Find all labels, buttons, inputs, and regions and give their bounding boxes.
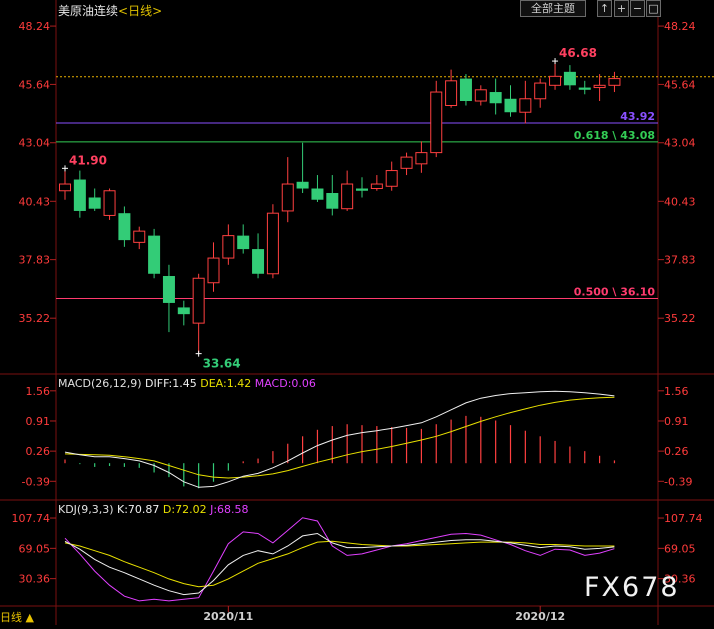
candle-body-down [252, 249, 265, 274]
candle-body-up [549, 75, 562, 86]
candle-body-down [237, 235, 250, 250]
price-ytick-right: 45.64 [664, 78, 696, 91]
candle-body-up [103, 190, 116, 216]
chart-stage: 48.24 48.24 45.64 45.64 43.04 43.04 40.43 40.43… [0, 0, 714, 625]
macd-macd-value: MACD:0.06 [254, 377, 316, 390]
candle-body-down [88, 197, 101, 209]
macd-legend: MACD(26,12,9) DIFF:1.45 DEA:1.42 MACD:0.… [58, 377, 316, 390]
instrument-title: 美原油连续<日线> [58, 2, 162, 19]
candle-body-up [430, 91, 443, 154]
period-label[interactable]: <日线> [118, 4, 162, 18]
xtick-label: 2020/11 [203, 610, 253, 623]
candle-body-down [578, 87, 591, 90]
macd-label: MACD(26,12,9) [58, 377, 142, 390]
price-ytick-left: 35.22 [19, 312, 51, 325]
candle-body-up [608, 78, 621, 86]
candle-body-down [296, 181, 309, 189]
xtick-label: 2020/12 [515, 610, 565, 623]
kdj-j-value: J:68.58 [210, 503, 249, 516]
macd-ytick-left: 0.26 [26, 445, 51, 458]
kdj-label: KDJ(9,3,3) [58, 503, 114, 516]
candle-body-up [266, 212, 279, 275]
macd-ytick-left: -0.39 [22, 475, 50, 488]
macd-diff-value: DIFF:1.45 [145, 377, 197, 390]
kdj-k-line [64, 532, 615, 596]
price-ytick-left: 40.43 [19, 195, 51, 208]
kdj-d-line [64, 540, 615, 588]
up-arrow-icon[interactable]: ↑ [597, 0, 612, 17]
annotation-label: 41.90 [69, 153, 107, 167]
candle-body-up [474, 89, 487, 102]
candle-body-up [593, 84, 606, 89]
candle-body-up [341, 183, 354, 210]
kdj-k-value: K:70.87 [117, 503, 160, 516]
kdj-ytick-right: 69.05 [664, 542, 696, 555]
macd-diff-line [64, 390, 615, 488]
candle-body-down [563, 71, 576, 86]
candle-body-down [73, 179, 86, 211]
kdj-ytick-right: 107.74 [664, 512, 703, 525]
candle-body-up [59, 183, 71, 192]
instrument-name: 美原油连续 [58, 4, 119, 18]
annotation-label: 46.68 [559, 46, 597, 60]
candle-body-down [162, 276, 175, 303]
candle-body-up [519, 98, 532, 113]
candle-body-down [148, 235, 161, 274]
zoom-in-icon[interactable]: + [614, 0, 629, 17]
zoom-out-icon[interactable]: − [630, 0, 645, 17]
candle-body-up [445, 80, 458, 106]
kdj-ytick-left: 30.36 [19, 573, 51, 586]
macd-ytick-left: 0.91 [26, 415, 51, 428]
candle-body-down [118, 213, 131, 241]
candle-body-up [133, 230, 146, 243]
candle-body-up [222, 235, 235, 259]
maximize-icon[interactable]: □ [646, 0, 661, 17]
level-label-1: 43.92 [620, 110, 655, 123]
kdj-j-line [64, 517, 615, 602]
candle-body-down [177, 307, 190, 315]
macd-dea-value: DEA:1.42 [200, 377, 252, 390]
candle-body-down [459, 78, 472, 102]
watermark-logo: FX678 [584, 572, 680, 603]
kdj-legend: KDJ(9,3,3) K:70.87 D:72.02 J:68.58 [58, 503, 249, 516]
candle-body-up [534, 82, 547, 100]
kdj-d-value: D:72.02 [162, 503, 207, 516]
price-ytick-left: 37.83 [19, 254, 51, 267]
macd-ytick-right: -0.39 [664, 475, 692, 488]
annotation-label: 33.64 [203, 357, 241, 371]
candle-body-up [415, 152, 428, 165]
macd-ytick-left: 1.56 [26, 385, 51, 398]
macd-ytick-right: 0.91 [664, 415, 689, 428]
price-ytick-right: 43.04 [664, 137, 696, 150]
candle-body-down [356, 188, 368, 191]
candle-body-up [281, 183, 294, 212]
price-ytick-left: 48.24 [19, 20, 51, 33]
candle-body-down [504, 98, 517, 113]
price-ytick-right: 48.24 [664, 20, 696, 33]
price-ytick-left: 45.64 [19, 78, 51, 91]
candle-body-down [311, 188, 324, 200]
price-ytick-right: 40.43 [664, 195, 696, 208]
price-ytick-right: 35.22 [664, 312, 696, 325]
candle-body-up [370, 183, 383, 190]
candle-body-up [192, 277, 205, 324]
kdj-ytick-left: 69.05 [19, 542, 51, 555]
macd-ytick-right: 0.26 [664, 445, 689, 458]
price-ytick-left: 43.04 [19, 137, 51, 150]
level-label-3: 0.500 \ 36.10 [574, 285, 656, 298]
candle-body-down [489, 92, 502, 104]
candle-body-down [326, 193, 339, 209]
candle-body-up [400, 156, 413, 169]
chart-canvas: 48.24 48.24 45.64 45.64 43.04 43.04 40.43 40.43… [0, 0, 714, 625]
all-topics-button[interactable]: 全部主题 [520, 0, 586, 17]
macd-ytick-right: 1.56 [664, 385, 689, 398]
candle-body-up [207, 257, 220, 284]
level-label-2: 0.618 \ 43.08 [574, 129, 655, 142]
period-switch-button[interactable]: 日线 ▲ [0, 609, 34, 625]
candle-body-up [385, 170, 398, 187]
price-ytick-right: 37.83 [664, 254, 696, 267]
kdj-ytick-left: 107.74 [12, 512, 51, 525]
